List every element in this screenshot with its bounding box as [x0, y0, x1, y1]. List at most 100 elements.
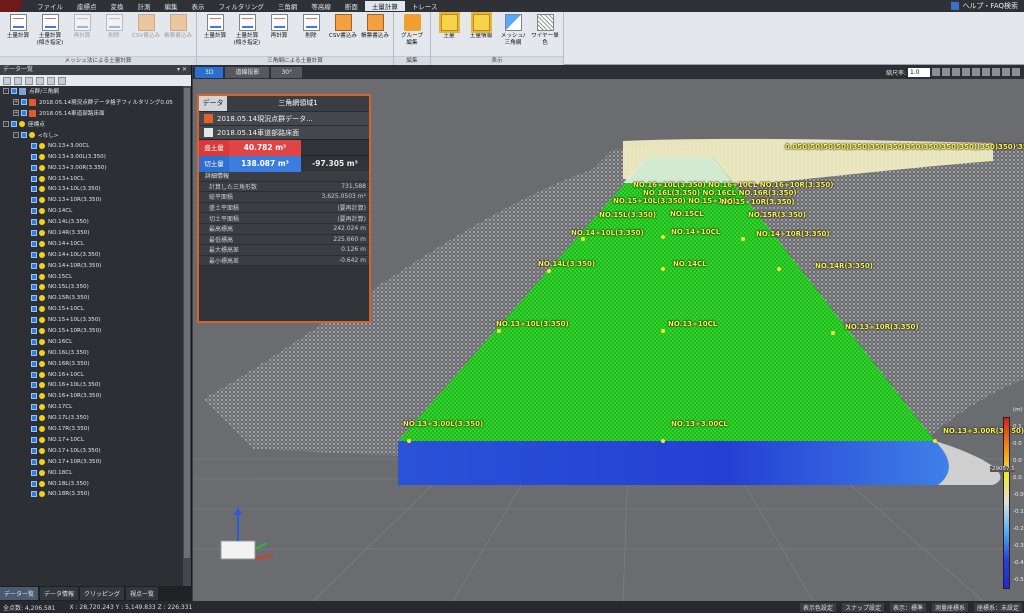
view-tab[interactable]: 3D: [195, 66, 224, 78]
expand-toggle-icon[interactable]: -: [3, 88, 9, 95]
menu-item[interactable]: 土量計算: [364, 1, 405, 11]
tree-item[interactable]: NO.15+10CL: [0, 304, 184, 315]
visibility-checkbox[interactable]: [31, 284, 37, 291]
menu-item[interactable]: フィルタリング: [212, 1, 271, 11]
visibility-checkbox[interactable]: [31, 251, 37, 258]
toolbar-collapse-button[interactable]: [47, 76, 55, 85]
menu-item[interactable]: 変換: [104, 1, 131, 11]
toolbar-delete-button[interactable]: [25, 76, 33, 85]
tree-item[interactable]: NO.15CL: [0, 271, 184, 282]
pin-icon[interactable]: ▾ ✕: [177, 65, 191, 75]
view-back-icon[interactable]: [952, 68, 960, 76]
tree-item[interactable]: NO.13+3.00L(3.350): [0, 151, 184, 162]
menu-item[interactable]: 表示: [185, 1, 212, 11]
visibility-checkbox[interactable]: [31, 197, 37, 204]
visibility-checkbox[interactable]: [31, 360, 37, 367]
menu-item[interactable]: ファイル: [30, 1, 70, 11]
visibility-checkbox[interactable]: [31, 273, 37, 280]
ribbon-button[interactable]: CSV書込み: [130, 14, 162, 40]
view-tab[interactable]: 道線投影: [225, 66, 270, 78]
tree-item[interactable]: NO.16+10CL: [0, 369, 184, 380]
ribbon-button[interactable]: 再計算: [263, 14, 295, 40]
ribbon-button[interactable]: 土量: [433, 12, 465, 40]
ribbon-button[interactable]: グループ 編集: [396, 14, 428, 46]
ribbon-button[interactable]: CSV書込み: [327, 14, 359, 40]
menu-item[interactable]: 等高線: [304, 1, 338, 11]
visibility-checkbox[interactable]: [31, 328, 37, 335]
visibility-checkbox[interactable]: [31, 219, 37, 226]
visibility-checkbox[interactable]: [31, 186, 37, 193]
menu-item[interactable]: 三角網: [271, 1, 305, 11]
panel-tab[interactable]: データ情報: [40, 587, 79, 600]
tree-item[interactable]: NO.17+10L(3.350): [0, 445, 184, 456]
visibility-checkbox[interactable]: [31, 142, 37, 149]
visibility-checkbox[interactable]: [11, 121, 17, 128]
expand-toggle-icon[interactable]: +: [13, 99, 19, 106]
view-left-icon[interactable]: [962, 68, 970, 76]
tree-item[interactable]: +2018.05.14現況点群データ格子フィルタリング0.05: [0, 97, 184, 108]
tree-item[interactable]: NO.15+10L(3.350): [0, 315, 184, 326]
tree-item[interactable]: NO.16R(3.350): [0, 358, 184, 369]
menu-item[interactable]: 編集: [158, 1, 185, 11]
visibility-checkbox[interactable]: [31, 415, 37, 422]
visibility-checkbox[interactable]: [31, 404, 37, 411]
ribbon-button[interactable]: メッシュ/ 三角網: [497, 14, 529, 46]
tree-item[interactable]: +2018.05.14車道部路床面: [0, 108, 184, 119]
toolbar-property-button[interactable]: [3, 76, 11, 85]
panel-tab[interactable]: データ一覧: [0, 587, 39, 600]
tree-item[interactable]: NO.18R(3.350): [0, 489, 184, 500]
ribbon-button[interactable]: 土量計算: [2, 14, 34, 40]
help-search[interactable]: ヘルプ・FAQ検索: [951, 1, 1024, 11]
tree-item[interactable]: NO.15L(3.350): [0, 282, 184, 293]
menu-item[interactable]: 計測: [131, 1, 158, 11]
view-iso-icon[interactable]: [1002, 68, 1010, 76]
tree-item[interactable]: NO.14+10CL: [0, 238, 184, 249]
visibility-checkbox[interactable]: [21, 99, 27, 106]
visibility-checkbox[interactable]: [31, 491, 37, 498]
tree-item[interactable]: NO.16L(3.350): [0, 347, 184, 358]
ribbon-button[interactable]: 削除: [98, 14, 130, 40]
tree-item[interactable]: NO.16+10R(3.350): [0, 391, 184, 402]
visibility-checkbox[interactable]: [31, 349, 37, 356]
detail-title[interactable]: 詳細情報: [199, 171, 369, 182]
tree-item[interactable]: NO.16CL: [0, 336, 184, 347]
view-front-icon[interactable]: [942, 68, 950, 76]
status-item[interactable]: スナップ設定: [841, 602, 884, 612]
visibility-checkbox[interactable]: [31, 480, 37, 487]
view-tab[interactable]: 30°: [271, 66, 303, 78]
ribbon-button[interactable]: ワイヤー単色: [529, 14, 561, 46]
view-right-icon[interactable]: [972, 68, 980, 76]
expand-toggle-icon[interactable]: -: [3, 121, 9, 128]
tree-item[interactable]: NO.18L(3.350): [0, 478, 184, 489]
tree-item[interactable]: NO.14+10L(3.350): [0, 249, 184, 260]
view-bottom-icon[interactable]: [992, 68, 1000, 76]
app-menu-button[interactable]: [0, 0, 22, 12]
tree-item[interactable]: NO.18CL: [0, 467, 184, 478]
tree-item[interactable]: NO.17R(3.350): [0, 424, 184, 435]
visibility-checkbox[interactable]: [31, 175, 37, 182]
ribbon-button[interactable]: 再計算: [66, 14, 98, 40]
panel-tab[interactable]: 視点一覧: [126, 587, 159, 600]
tree-item[interactable]: NO.14L(3.350): [0, 217, 184, 228]
ribbon-button[interactable]: 帳票書込み: [162, 14, 194, 40]
visibility-checkbox[interactable]: [31, 469, 37, 476]
toolbar-expand-button[interactable]: [36, 76, 44, 85]
visibility-checkbox[interactable]: [31, 393, 37, 400]
visibility-checkbox[interactable]: [31, 426, 37, 433]
tree-item[interactable]: NO.14CL: [0, 206, 184, 217]
tree-item[interactable]: NO.13+10L(3.350): [0, 184, 184, 195]
ribbon-button[interactable]: 土量計算: [199, 14, 231, 40]
visibility-checkbox[interactable]: [31, 153, 37, 160]
status-item[interactable]: 表示：標準: [889, 602, 926, 612]
tree-item[interactable]: NO.17+10CL: [0, 435, 184, 446]
ribbon-button[interactable]: 削除: [295, 14, 327, 40]
visibility-checkbox[interactable]: [11, 88, 17, 95]
tree-item[interactable]: NO.15R(3.350): [0, 293, 184, 304]
tree-scrollbar[interactable]: [183, 86, 191, 586]
zoom-input[interactable]: 1.0: [908, 67, 930, 77]
tree-item[interactable]: NO.13+10R(3.350): [0, 195, 184, 206]
visibility-checkbox[interactable]: [31, 382, 37, 389]
ribbon-button[interactable]: 帳票書込み: [359, 14, 391, 40]
settings-icon[interactable]: [1012, 68, 1020, 76]
view-top-icon[interactable]: [982, 68, 990, 76]
